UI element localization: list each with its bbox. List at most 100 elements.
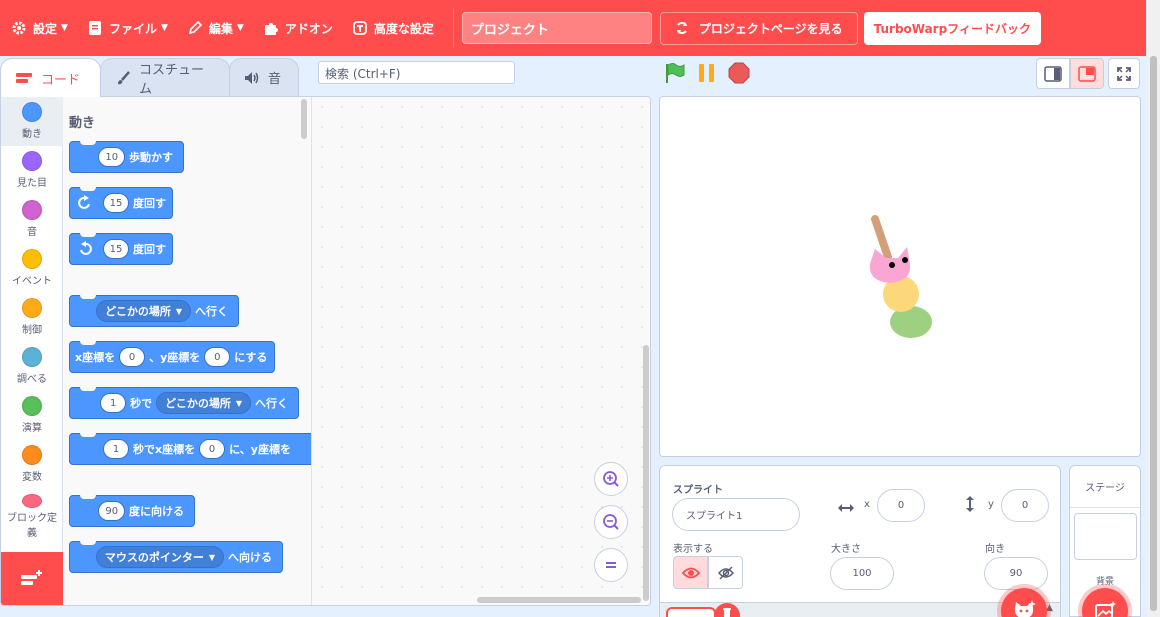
- fullscreen-button[interactable]: [1108, 58, 1140, 89]
- category-label: 音: [27, 227, 37, 238]
- editor-tabs: コード コスチューム 音: [0, 58, 299, 97]
- pencil-icon: [186, 19, 204, 37]
- block-text: x座標を: [75, 351, 116, 364]
- glide-xy-block[interactable]: 1 秒でx座標を 0 に、y座標を: [69, 433, 311, 465]
- goto-target-dropdown[interactable]: どこかの場所 ▼: [96, 300, 191, 322]
- rotate-right-icon: [77, 195, 93, 211]
- dango-sprite[interactable]: [660, 97, 1141, 457]
- glide-block[interactable]: 1 秒で どこかの場所 ▼ へ行く: [69, 387, 299, 419]
- edit-menu[interactable]: 編集 ▼: [177, 0, 253, 56]
- goto-block[interactable]: どこかの場所 ▼ へ行く: [69, 295, 239, 327]
- add-extension-button[interactable]: [1, 552, 63, 605]
- sprite-list-scroll-up[interactable]: ▲: [1046, 603, 1053, 613]
- eye-slash-icon: [717, 565, 734, 580]
- seconds-input[interactable]: 1: [100, 393, 127, 413]
- file-menu[interactable]: ファイル ▼: [77, 0, 177, 56]
- dropdown-value: どこかの場所: [165, 397, 231, 410]
- advanced-settings-menu[interactable]: 高度な設定: [342, 0, 443, 56]
- block-text: へ向ける: [228, 551, 272, 564]
- point-towards-dropdown[interactable]: マウスのポインター ▼: [95, 546, 224, 568]
- x-label: x: [864, 499, 870, 510]
- steps-input[interactable]: 10: [98, 147, 125, 167]
- tab-sounds[interactable]: 音: [229, 58, 299, 96]
- green-flag-button[interactable]: [664, 62, 686, 84]
- stage-thumbnail[interactable]: [1074, 513, 1137, 560]
- block-text: 秒で: [130, 397, 153, 410]
- category-dot: [22, 151, 42, 171]
- category-label: 見た目: [17, 178, 47, 189]
- glide-target-dropdown[interactable]: どこかの場所 ▼: [156, 392, 251, 414]
- block-text: 度回す: [133, 197, 166, 210]
- sprite-name-input[interactable]: スプライト1: [672, 498, 800, 531]
- direction-input[interactable]: 90: [98, 501, 125, 521]
- dropdown-value: どこかの場所: [105, 305, 171, 318]
- project-title-input[interactable]: プロジェクト: [461, 12, 652, 44]
- pause-button[interactable]: [696, 62, 718, 84]
- tab-sounds-label: 音: [268, 72, 282, 87]
- code-area: 動き 見た目 音 イベント 制御 調べる 演算 変数 ブロック定義 動き 10 …: [0, 96, 651, 606]
- category-label: イベント: [12, 276, 52, 287]
- page-scrollbar[interactable]: [1147, 56, 1160, 617]
- category-sensing[interactable]: 調べる: [1, 342, 63, 391]
- hide-sprite-button[interactable]: [708, 556, 743, 589]
- block-text: に、y座標を: [229, 443, 291, 456]
- degrees-input[interactable]: 15: [103, 239, 129, 259]
- settings-menu[interactable]: 設定 ▼: [0, 0, 77, 56]
- delete-sprite-button[interactable]: [714, 603, 740, 617]
- y-input[interactable]: 0: [204, 347, 231, 367]
- turn-left-block[interactable]: 15 度回す: [69, 233, 173, 265]
- point-towards-block[interactable]: マウスのポインター ▼ へ向ける: [69, 541, 283, 573]
- category-motion[interactable]: 動き: [1, 97, 63, 146]
- workspace-vertical-scrollbar[interactable]: [643, 345, 649, 601]
- stage-canvas[interactable]: [659, 96, 1141, 457]
- refresh-arrows-icon: [675, 21, 689, 35]
- page-scrollbar-thumb[interactable]: [1150, 56, 1157, 611]
- stop-button[interactable]: [728, 62, 750, 84]
- y-position-input[interactable]: 0: [1001, 489, 1049, 522]
- goto-xy-block[interactable]: x座標を 0 、y座標を 0 にする: [69, 341, 275, 373]
- tab-costumes[interactable]: コスチューム: [100, 58, 230, 97]
- zoom-reset-button[interactable]: [594, 548, 628, 582]
- x-position-input[interactable]: 0: [877, 489, 925, 522]
- tab-code[interactable]: コード: [0, 58, 101, 97]
- seconds-input[interactable]: 1: [103, 439, 129, 459]
- show-sprite-button[interactable]: [673, 556, 708, 589]
- block-search-input[interactable]: 検索 (Ctrl+F): [318, 61, 515, 84]
- cat-add-icon: [1014, 600, 1036, 617]
- sprite-thumbnail[interactable]: [666, 607, 716, 617]
- category-sound[interactable]: 音: [1, 195, 63, 244]
- category-events[interactable]: イベント: [1, 244, 63, 293]
- category-variables[interactable]: 変数: [1, 440, 63, 489]
- x-input[interactable]: 0: [119, 347, 146, 367]
- sprite-info-pane: スプライト スプライト1 x 0 y 0 表示する 大きさ 100 向き 90 …: [659, 465, 1061, 617]
- category-operators[interactable]: 演算: [1, 391, 63, 440]
- turn-right-block[interactable]: 15 度回す: [69, 187, 173, 219]
- workspace-horizontal-scrollbar[interactable]: [477, 597, 641, 603]
- script-workspace[interactable]: [312, 97, 650, 605]
- backdrop-label: 背景: [1095, 577, 1114, 587]
- point-direction-block[interactable]: 90 度に向ける: [69, 495, 195, 527]
- palette-scrollbar[interactable]: [301, 99, 307, 139]
- block-text: 度に向ける: [129, 505, 184, 518]
- size-input[interactable]: 100: [830, 557, 894, 590]
- addons-menu[interactable]: アドオン: [253, 0, 342, 56]
- category-dot: [22, 200, 42, 220]
- vertical-arrows-icon: [964, 495, 976, 517]
- zoom-in-button[interactable]: [594, 462, 628, 496]
- category-dot: [22, 347, 42, 367]
- category-looks[interactable]: 見た目: [1, 146, 63, 195]
- feedback-button[interactable]: TurboWarpフィードバック: [863, 11, 1041, 45]
- degrees-input[interactable]: 15: [103, 193, 129, 213]
- large-stage-button[interactable]: [1070, 58, 1104, 89]
- zoom-out-button[interactable]: [594, 505, 628, 539]
- small-stage-button[interactable]: [1036, 58, 1070, 89]
- see-project-page-button[interactable]: プロジェクトページを見る: [659, 11, 858, 45]
- x-input[interactable]: 0: [199, 439, 226, 459]
- category-dot: [22, 445, 42, 465]
- move-steps-block[interactable]: 10 歩動かす: [69, 141, 184, 173]
- direction-input[interactable]: 90: [984, 557, 1048, 590]
- add-extension-icon: [20, 569, 44, 589]
- category-control[interactable]: 制御: [1, 293, 63, 342]
- small-stage-icon: [1044, 65, 1062, 82]
- category-my-blocks[interactable]: ブロック定義: [1, 489, 63, 541]
